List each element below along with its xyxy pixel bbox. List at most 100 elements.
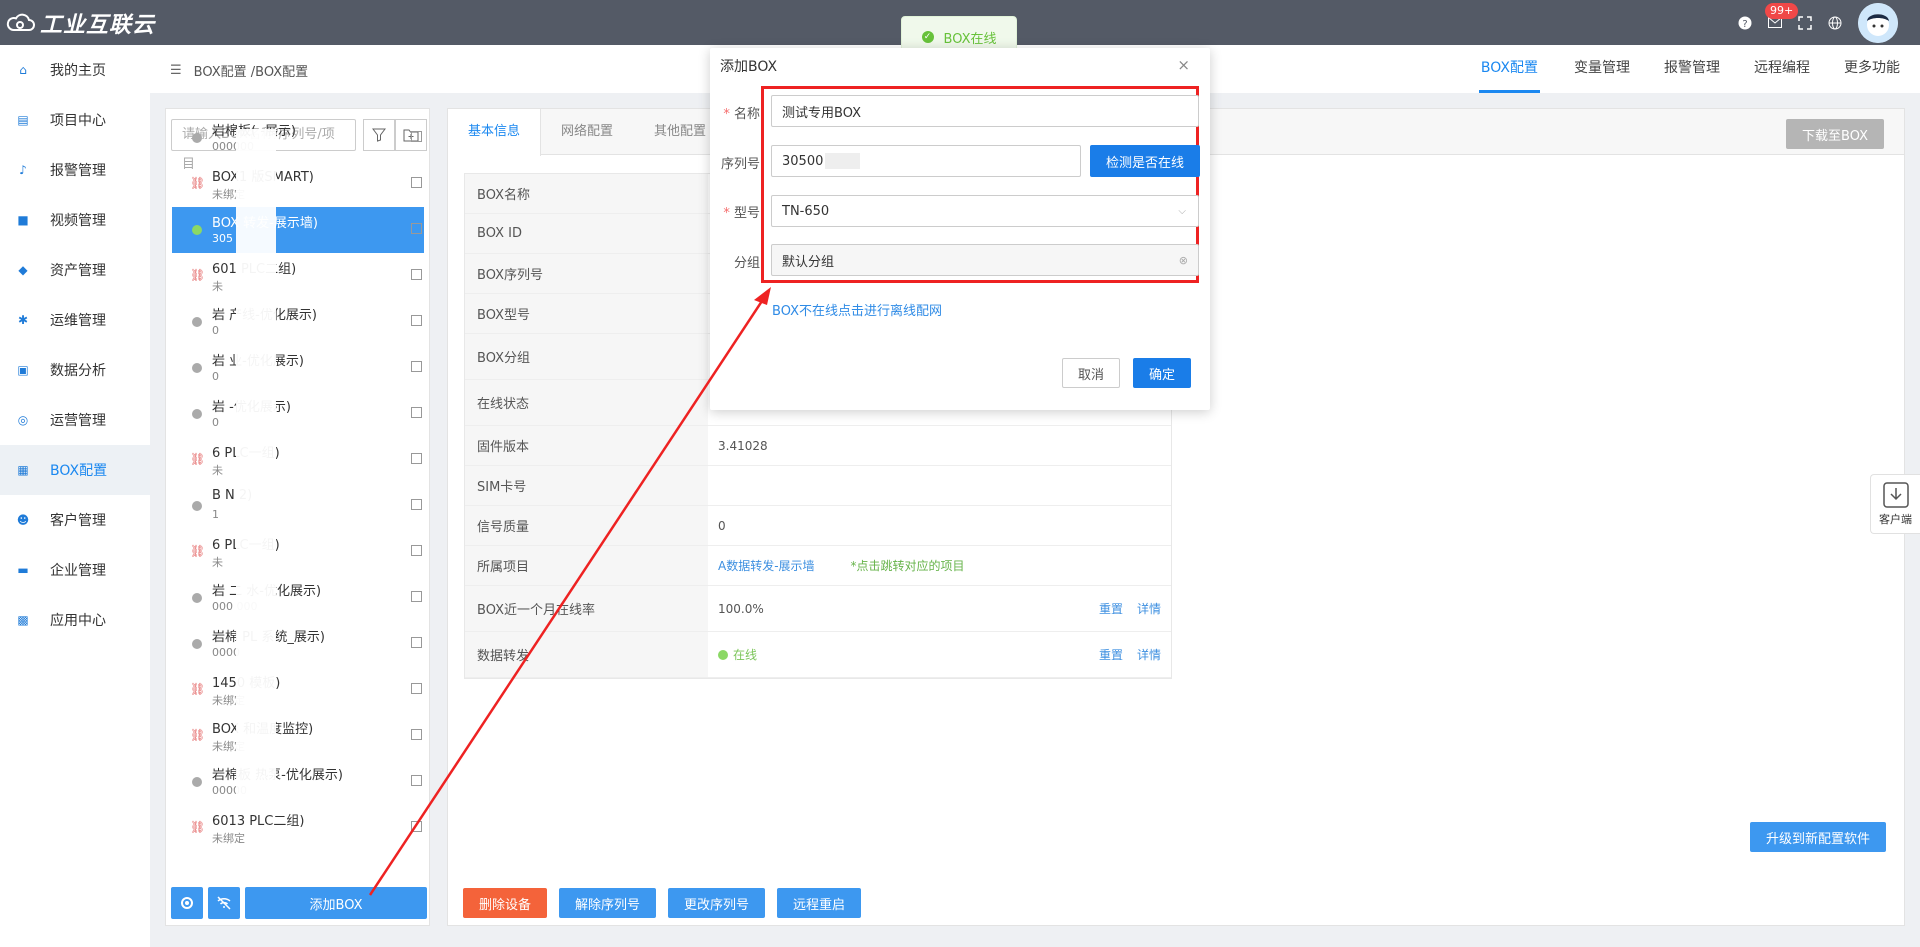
globe-icon[interactable]: [1828, 16, 1842, 30]
unbind-serial-button[interactable]: 解除序列号: [559, 888, 657, 918]
device-list-panel: 请输入BOX名称/序列号/项目 岩棉板( -展示) 000000 ⛓ BOX1 版SM…: [165, 108, 430, 926]
tab-network-config[interactable]: 网络配置: [561, 109, 613, 155]
device-list-item[interactable]: 岩棉 PL 系统_展示)0000: [172, 621, 424, 667]
remote-restart-button[interactable]: 远程重启: [777, 888, 862, 918]
copy-icon[interactable]: [411, 131, 422, 142]
detail-link[interactable]: 详情: [1137, 646, 1161, 663]
sidebar-item-operation[interactable]: ◎ 运营管理: [0, 395, 150, 445]
copy-icon[interactable]: [411, 637, 422, 648]
add-box-button[interactable]: 添加BOX: [245, 887, 427, 919]
copy-icon[interactable]: [411, 407, 422, 418]
menu-toggle-icon[interactable]: ☰: [170, 63, 182, 78]
copy-icon[interactable]: [411, 545, 422, 556]
topnav-variables[interactable]: 变量管理: [1574, 45, 1630, 93]
copy-icon[interactable]: [411, 177, 422, 188]
sidebar-item-enterprise[interactable]: ▬ 企业管理: [0, 545, 150, 595]
device-list-item[interactable]: BOX 转发-展示墙) 305: [172, 207, 424, 253]
device-list-item[interactable]: ⛓ BOX1 版SMART) 未绑定: [172, 161, 424, 207]
customer-service-label: 客户端: [1879, 513, 1912, 526]
copy-icon[interactable]: [411, 361, 422, 372]
close-icon[interactable]: ×: [1177, 56, 1190, 74]
status-dot-icon: [192, 501, 202, 511]
status-dot-icon: [192, 593, 202, 603]
wifi-off-icon[interactable]: [208, 887, 240, 919]
customer-service-widget[interactable]: 客户端: [1870, 474, 1920, 534]
reset-link[interactable]: 重置: [1099, 646, 1123, 663]
tab-other-config[interactable]: 其他配置: [654, 109, 706, 155]
copy-icon[interactable]: [411, 775, 422, 786]
device-list-item[interactable]: 岩棉板 热泵-优化展示) 00000: [172, 759, 424, 805]
sidebar-item-label: 应用中心: [50, 613, 106, 629]
model-label: * 型号: [723, 206, 760, 221]
fullscreen-icon[interactable]: [1798, 15, 1812, 30]
device-list-item[interactable]: ⛓ BOX 和温度监控) 未绑定: [172, 713, 424, 759]
sidebar-item-ops[interactable]: ✱ 运维管理: [0, 295, 150, 345]
sidebar-item-assets[interactable]: ◆ 资产管理: [0, 245, 150, 295]
logo-text: 工业互联云: [40, 13, 156, 38]
topnav-remote-programming[interactable]: 远程编程: [1754, 45, 1810, 93]
model-select[interactable]: TN-650 ⌵: [771, 195, 1199, 227]
device-list-item[interactable]: 岩 -优化展示)0: [172, 391, 424, 437]
copy-icon[interactable]: [411, 315, 422, 326]
logo[interactable]: 工业互联云: [6, 8, 155, 38]
device-list-item[interactable]: ⛓6 PLC一组)未: [172, 529, 424, 575]
change-serial-button[interactable]: 更改序列号: [668, 888, 766, 918]
cancel-button[interactable]: 取消: [1062, 358, 1120, 388]
project-note: *点击跳转对应的项目: [850, 559, 965, 573]
copy-icon[interactable]: [411, 821, 422, 832]
sidebar-item-projects[interactable]: ▤ 项目中心: [0, 95, 150, 145]
name-field[interactable]: 测试专用BOX: [771, 95, 1199, 127]
copy-icon[interactable]: [411, 729, 422, 740]
check-online-button[interactable]: 检测是否在线: [1090, 145, 1200, 177]
info-row: 数据转发 在线 重置 详情: [465, 632, 1171, 678]
info-key: 在线状态: [465, 380, 708, 425]
group-field[interactable]: 默认分组 ⊗: [771, 244, 1199, 276]
mail-icon[interactable]: 99+: [1765, 3, 1799, 28]
device-list-item[interactable]: 岩棉板( -展示) 000000: [172, 115, 424, 161]
cloud-logo-icon: [6, 13, 35, 32]
operation-icon: ◎: [17, 413, 29, 427]
device-list-item[interactable]: 岩 二 水-优化展示)000 000: [172, 575, 424, 621]
device-list-item[interactable]: ⛓ 6013 PLC二组) 未绑定: [172, 805, 424, 851]
topnav-box-config[interactable]: BOX配置: [1478, 45, 1540, 93]
copy-icon[interactable]: [411, 223, 422, 234]
offline-config-link[interactable]: BOX不在线点击进行离线配网: [772, 300, 942, 319]
project-link[interactable]: A数据转发-展示墙: [718, 557, 815, 574]
sidebar-item-box-config[interactable]: ▦ BOX配置: [0, 445, 150, 495]
upgrade-button[interactable]: 升级到新配置软件: [1750, 822, 1886, 852]
delete-device-button[interactable]: 删除设备: [463, 888, 548, 918]
help-icon[interactable]: ?: [1738, 16, 1752, 30]
unlink-icon: ⛓: [190, 820, 206, 834]
device-list-item[interactable]: ⛓6 PLC一组)未: [172, 437, 424, 483]
topnav-more[interactable]: 更多功能: [1844, 45, 1900, 93]
detail-link[interactable]: 详情: [1137, 600, 1161, 617]
device-list-item[interactable]: 岩 业-优化展示)0: [172, 345, 424, 391]
device-list-item[interactable]: ⛓601 PLC二组)未: [172, 253, 424, 299]
sidebar-item-alarms[interactable]: ♪ 报警管理: [0, 145, 150, 195]
reset-link[interactable]: 重置: [1099, 600, 1123, 617]
tab-basic-info[interactable]: 基本信息: [448, 109, 542, 156]
notification-badge: 99+: [1765, 3, 1799, 19]
settings-icon[interactable]: [171, 887, 203, 919]
copy-icon[interactable]: [411, 453, 422, 464]
copy-icon[interactable]: [411, 683, 422, 694]
serial-field[interactable]: 30500: [771, 145, 1081, 177]
sidebar-item-customers[interactable]: ☻ 客户管理: [0, 495, 150, 545]
avatar[interactable]: [1858, 2, 1898, 43]
copy-icon[interactable]: [411, 269, 422, 280]
copy-icon[interactable]: [411, 591, 422, 602]
info-key: 信号质量: [465, 506, 708, 545]
sidebar-item-analytics[interactable]: ▣ 数据分析: [0, 345, 150, 395]
copy-icon[interactable]: [411, 499, 422, 510]
clear-icon[interactable]: ⊗: [1179, 254, 1188, 267]
topnav-alarms[interactable]: 报警管理: [1664, 45, 1720, 93]
download-to-box-button[interactable]: 下载至BOX: [1786, 119, 1884, 149]
device-list-item[interactable]: ⛓1450 模板)未绑定: [172, 667, 424, 713]
device-list-item[interactable]: 岩 产线-优化展示)0: [172, 299, 424, 345]
confirm-button[interactable]: 确定: [1133, 358, 1191, 388]
device-list-item[interactable]: B N 2) 1: [172, 483, 424, 529]
sidebar-item-apps[interactable]: ▩ 应用中心: [0, 595, 150, 645]
sidebar-item-home[interactable]: ⌂ 我的主页: [0, 45, 150, 95]
sidebar-item-video[interactable]: ■ 视频管理: [0, 195, 150, 245]
asset-icon: ◆: [18, 263, 28, 277]
